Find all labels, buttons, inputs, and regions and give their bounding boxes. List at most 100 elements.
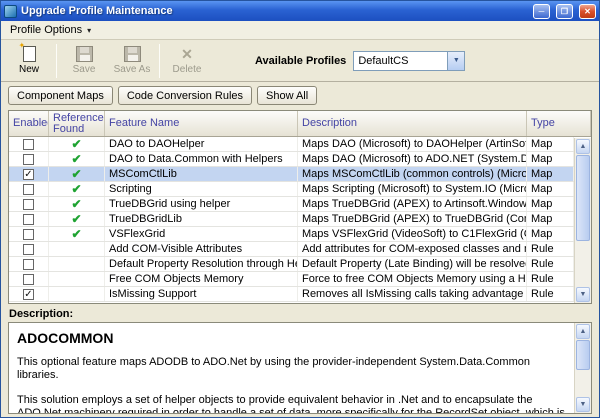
feature-name-cell: VSFlexGrid [105, 227, 298, 241]
type-cell: Rule [527, 257, 574, 271]
column-header-reference-found[interactable]: Reference Found [49, 111, 105, 136]
feature-name-cell: Default Property Resolution through Help… [105, 257, 298, 271]
minimize-button[interactable]: ─ [533, 4, 550, 19]
feature-name-cell: TrueDBGridLib [105, 212, 298, 226]
table-row[interactable]: ✔ScriptingMaps Scripting (Microsoft) to … [9, 182, 574, 197]
table-row[interactable]: ✓IsMissing SupportRemoves all IsMissing … [9, 287, 574, 302]
table-row[interactable]: ✔TrueDBGrid using helperMaps TrueDBGrid … [9, 197, 574, 212]
description-cell: Force to free COM Objects Memory using a… [298, 272, 527, 286]
description-cell: Removes all IsMissing calls taking advan… [298, 287, 527, 301]
save-as-button-label: Save As [114, 64, 151, 75]
scrollbar-thumb[interactable] [576, 340, 590, 370]
reference-found-icon: ✔ [71, 168, 81, 180]
new-button-label: New [19, 64, 39, 75]
enabled-checkbox[interactable] [23, 259, 34, 270]
grid-body: ✔DAO to DAOHelperMaps DAO (Microsoft) to… [9, 137, 574, 302]
scroll-down-icon[interactable]: ▼ [576, 287, 590, 302]
reference-found-cell: ✔ [49, 227, 105, 241]
scroll-up-icon[interactable]: ▲ [576, 139, 590, 154]
feature-name-cell: TrueDBGrid using helper [105, 197, 298, 211]
enabled-cell: ✓ [9, 167, 49, 181]
table-row[interactable]: ✔DAO to DAOHelperMaps DAO (Microsoft) to… [9, 137, 574, 152]
new-button[interactable]: New [5, 42, 53, 80]
description-cell: Maps DAO (Microsoft) to DAOHelper (Artin… [298, 137, 527, 151]
enabled-checkbox[interactable] [23, 274, 34, 285]
menu-profile-options-label: Profile Options [10, 24, 82, 36]
table-row[interactable]: Add COM-Visible AttributesAdd attributes… [9, 242, 574, 257]
combobox-dropdown-icon[interactable]: ▼ [447, 52, 464, 70]
toolbar-separator [159, 44, 160, 78]
enabled-cell [9, 212, 49, 226]
enabled-cell [9, 182, 49, 196]
description-cell: Maps MSComCtlLib (common controls) (Micr… [298, 167, 527, 181]
enabled-cell [9, 242, 49, 256]
type-cell: Rule [527, 287, 574, 301]
enabled-cell [9, 152, 49, 166]
enabled-cell: ✓ [9, 287, 49, 301]
scroll-up-icon[interactable]: ▲ [576, 324, 590, 339]
type-cell: Map [527, 137, 574, 151]
available-profiles-combobox[interactable]: DefaultCS ▼ [353, 51, 465, 71]
reference-found-cell [49, 272, 105, 286]
description-paragraph: This solution employs a set of helper ob… [17, 394, 566, 413]
column-header-type[interactable]: Type [527, 111, 591, 136]
save-button[interactable]: Save [60, 42, 108, 80]
reference-found-cell: ✔ [49, 197, 105, 211]
show-all-button[interactable]: Show All [257, 86, 317, 105]
grid-scrollbar[interactable]: ▲ ▼ [574, 138, 591, 303]
titlebar[interactable]: Upgrade Profile Maintenance ─ ❐ ✕ [1, 1, 599, 21]
upgrade-profile-maintenance-window: Upgrade Profile Maintenance ─ ❐ ✕ Profil… [0, 0, 600, 418]
component-maps-button[interactable]: Component Maps [8, 86, 113, 105]
enabled-checkbox[interactable] [23, 214, 34, 225]
enabled-checkbox[interactable] [23, 229, 34, 240]
enabled-checkbox[interactable] [23, 139, 34, 150]
toolbar-separator [56, 44, 57, 78]
column-header-enabled[interactable]: Enabled [9, 111, 49, 136]
column-header-feature-name[interactable]: Feature Name [105, 111, 298, 136]
available-profiles-label: Available Profiles [255, 55, 346, 67]
save-as-button[interactable]: Save As [108, 42, 156, 80]
enabled-checkbox[interactable] [23, 199, 34, 210]
reference-found-cell: ✔ [49, 152, 105, 166]
menubar: Profile Options ▾ [1, 21, 599, 40]
table-row[interactable]: ✓✔MSComCtlLibMaps MSComCtlLib (common co… [9, 167, 574, 182]
description-cell: Maps TrueDBGrid (APEX) to Artinsoft.Wind… [298, 197, 527, 211]
reference-found-icon: ✔ [71, 153, 81, 165]
enabled-cell [9, 197, 49, 211]
delete-button[interactable]: ✕ Delete [163, 42, 211, 80]
close-button[interactable]: ✕ [579, 4, 596, 19]
menu-profile-options[interactable]: Profile Options ▾ [5, 22, 96, 38]
enabled-cell [9, 272, 49, 286]
code-conversion-rules-button[interactable]: Code Conversion Rules [118, 86, 252, 105]
reference-found-cell: ✔ [49, 182, 105, 196]
enabled-cell [9, 137, 49, 151]
reference-found-cell [49, 287, 105, 301]
reference-found-icon: ✔ [71, 183, 81, 195]
enabled-checkbox[interactable]: ✓ [23, 169, 34, 180]
feature-name-cell: DAO to Data.Common with Helpers [105, 152, 298, 166]
window-title: Upgrade Profile Maintenance [21, 5, 527, 17]
reference-found-icon: ✔ [71, 213, 81, 225]
enabled-checkbox[interactable] [23, 184, 34, 195]
chevron-down-icon: ▾ [87, 26, 91, 35]
scroll-down-icon[interactable]: ▼ [576, 397, 590, 412]
table-row[interactable]: Default Property Resolution through Help… [9, 257, 574, 272]
scrollbar-thumb[interactable] [576, 155, 590, 241]
toolbar: New Save Save As ✕ Delete Available Prof… [1, 40, 599, 82]
table-row[interactable]: ✔TrueDBGridLibMaps TrueDBGrid (APEX) to … [9, 212, 574, 227]
enabled-cell [9, 257, 49, 271]
description-scrollbar[interactable]: ▲ ▼ [574, 323, 591, 413]
type-cell: Map [527, 167, 574, 181]
enabled-checkbox[interactable] [23, 244, 34, 255]
description-cell: Maps DAO (Microsoft) to ADO.NET (System.… [298, 152, 527, 166]
maximize-button[interactable]: ❐ [556, 4, 573, 19]
table-row[interactable]: ✔VSFlexGridMaps VSFlexGrid (VideoSoft) t… [9, 227, 574, 242]
table-row[interactable]: ✔ DAO to Data.Common with HelpersMaps DAO… [9, 152, 574, 167]
column-header-description[interactable]: Description [298, 111, 527, 136]
grid-header: Enabled Reference Found Feature Name Des… [9, 111, 591, 137]
enabled-checkbox[interactable]: ✓ [23, 289, 34, 300]
enabled-checkbox[interactable] [23, 154, 34, 165]
reference-found-cell: ✔ [49, 212, 105, 226]
table-row[interactable]: Free COM Objects MemoryForce to free COM… [9, 272, 574, 287]
type-cell: Rule [527, 242, 574, 256]
